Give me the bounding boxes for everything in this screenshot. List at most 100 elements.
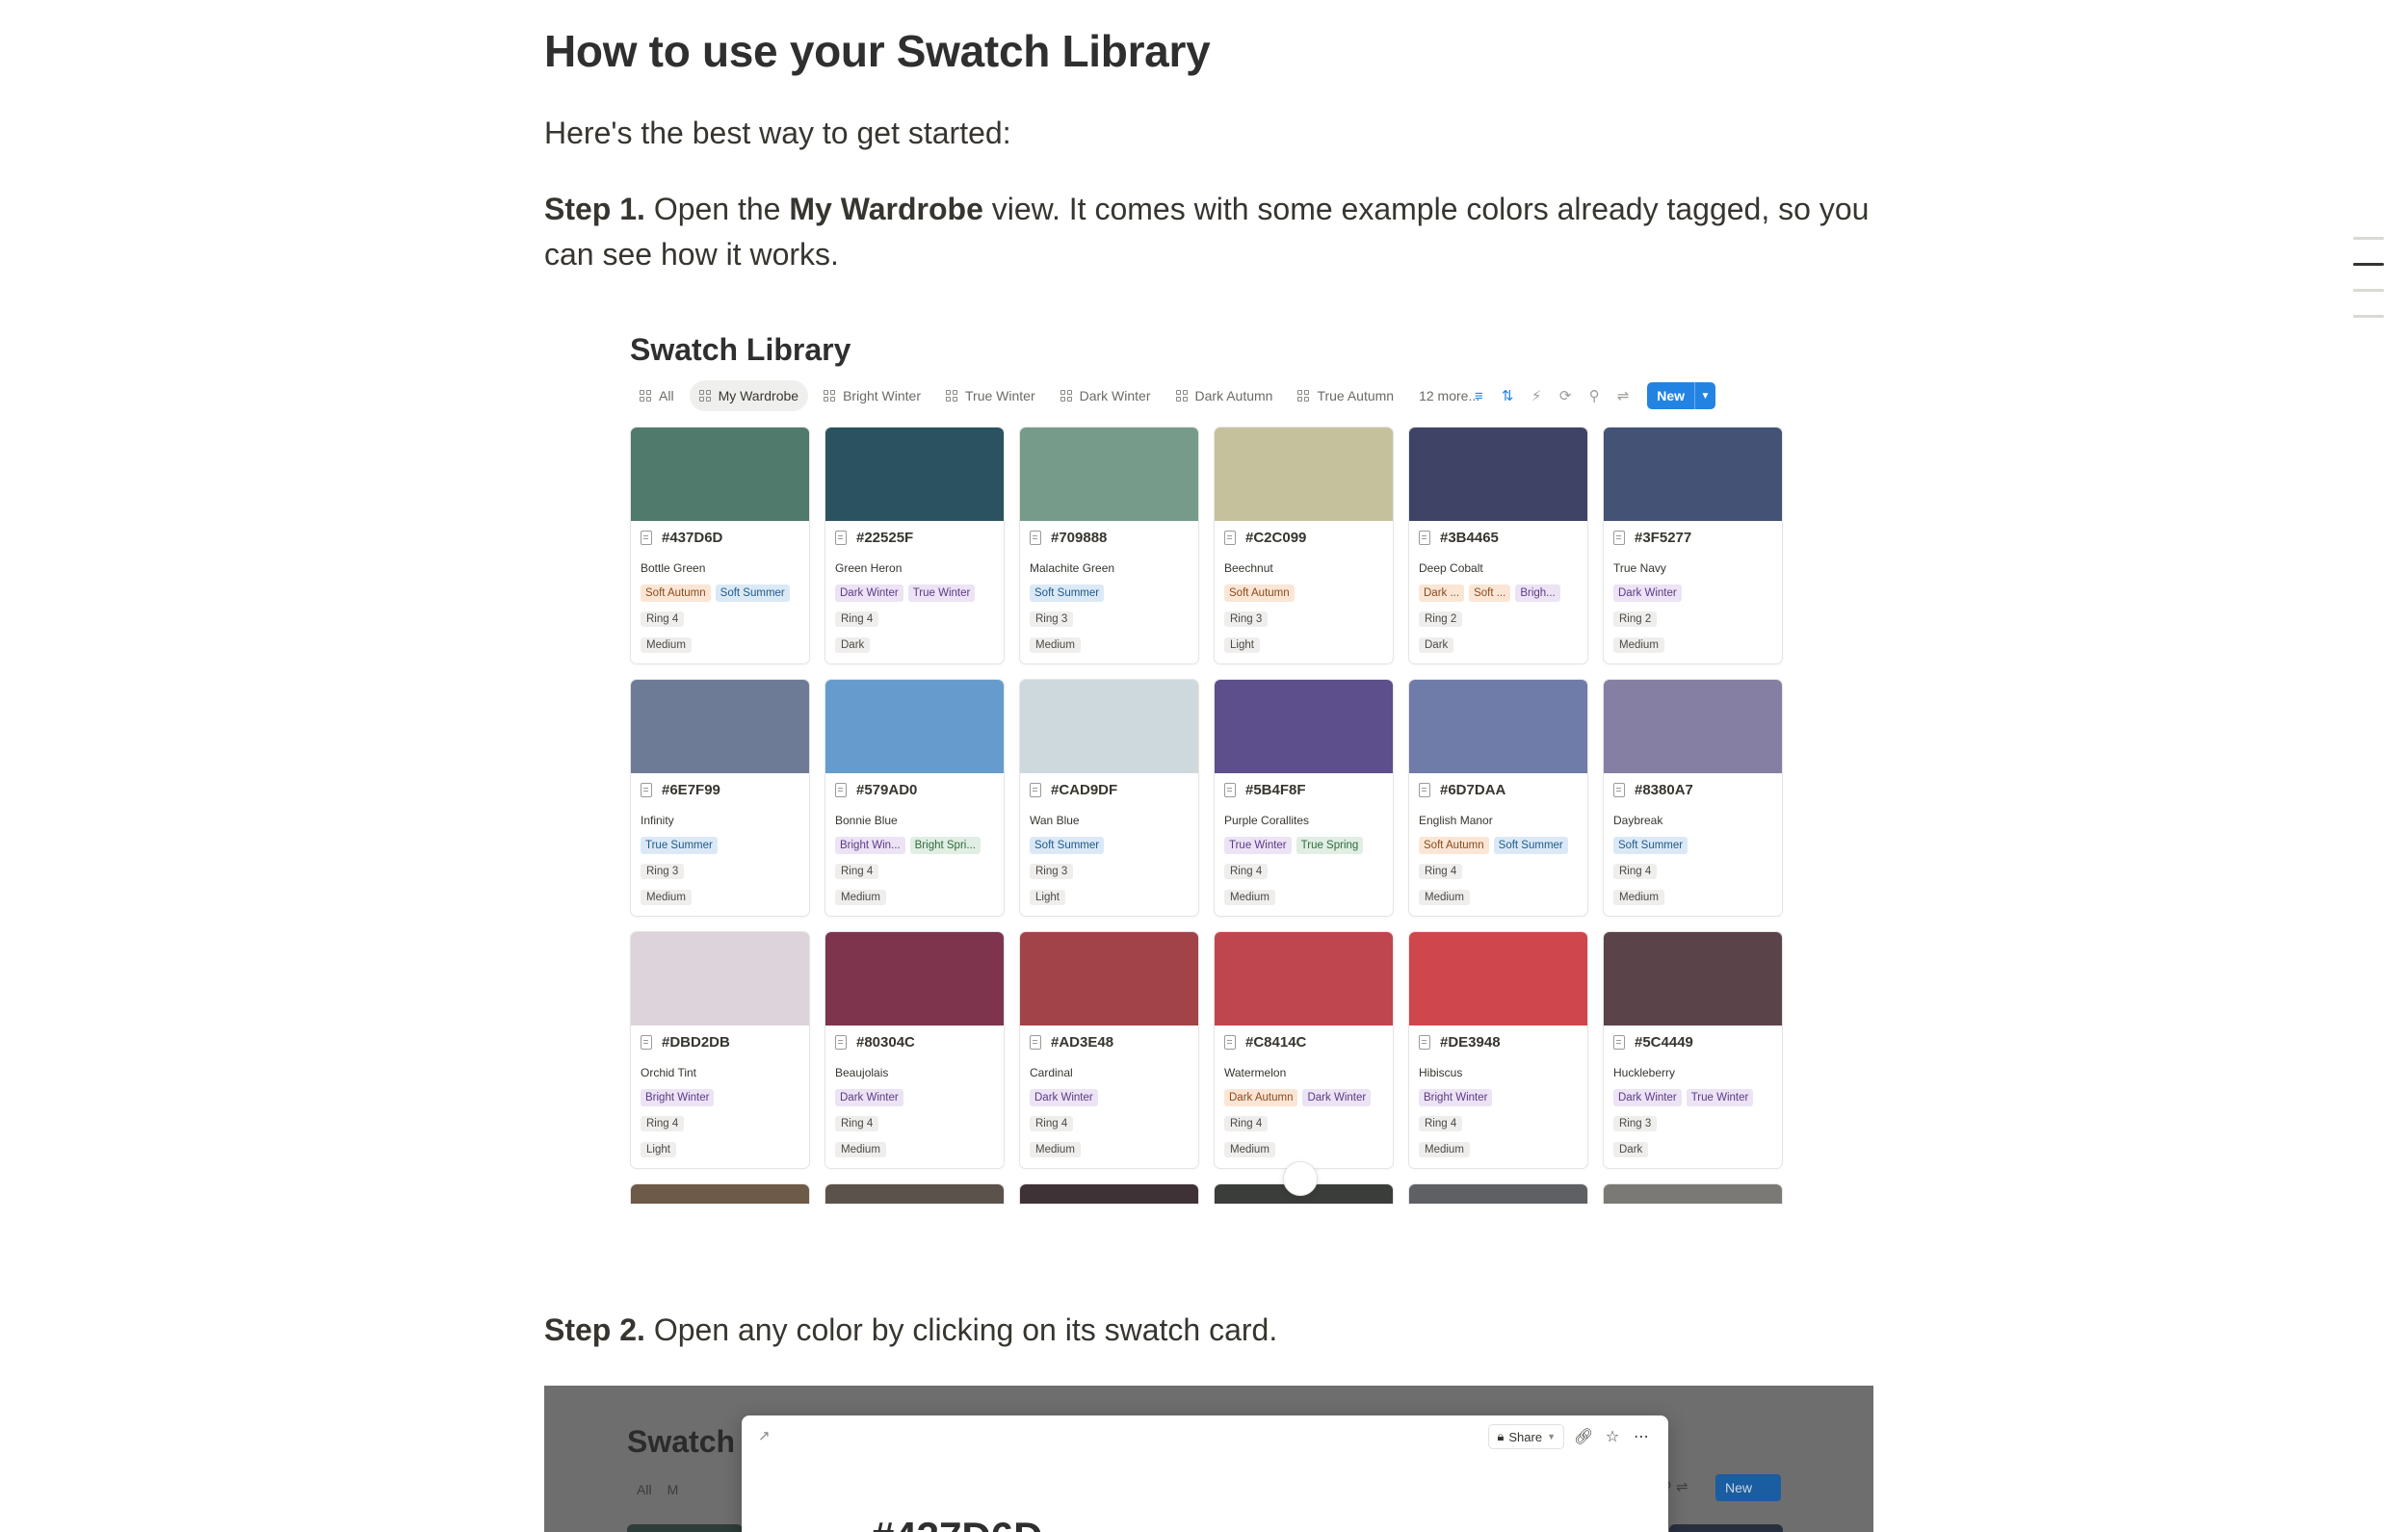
swatch-card[interactable]: #22525F Green Heron Dark Winter True Winter… [824,427,1005,664]
tab-true-autumn[interactable]: True Autumn [1288,380,1403,411]
swatch-card-partial[interactable] [1603,1183,1783,1204]
swatch-card[interactable]: #C2C099 Beechnut Soft Autumn Ring 3 Light [1214,427,1394,664]
swatch-card-partial[interactable] [824,1183,1005,1204]
swatch-card[interactable]: #3F5277 True Navy Dark Winter Ring 2 Medium [1603,427,1783,664]
value-tag: Dark [1419,637,1453,653]
swatch-hex-title: #579AD0 [835,782,917,798]
season-tag: Bright Winter [1419,1089,1492,1106]
swatch-name: Malachite Green [1030,561,1114,575]
swatch-card[interactable]: #80304C Beaujolais Dark Winter Ring 4 Medium [824,931,1005,1169]
swatch-hex-title: #DE3948 [1419,1034,1501,1051]
swatch-card-partial[interactable] [1408,1183,1588,1204]
season-tag: Bright Winter [641,1089,714,1106]
swatch-hex-text: #CAD9DF [1051,782,1117,798]
share-button[interactable]: 🔒︎ Share ▼ [1488,1424,1564,1449]
swatch-hex-text: #C8414C [1245,1034,1306,1051]
swatch-card[interactable]: #AD3E48 Cardinal Dark Winter Ring 4 Medium [1019,931,1199,1169]
season-tag: Dark Winter [835,1089,903,1106]
swatch-color-preview [1409,1184,1587,1204]
outline-marker[interactable] [2353,289,2384,292]
filter-icon[interactable]: ≡ [1468,385,1489,406]
automation-icon[interactable]: ⟳ [1555,385,1576,406]
swatch-name: Bonnie Blue [835,814,898,827]
season-tag: Dark Autumn [1224,1089,1297,1106]
value-tag: Medium [1613,637,1664,653]
value-tag: Medium [1419,1142,1470,1157]
expand-icon[interactable]: ↗ [758,1427,771,1444]
swatch-card[interactable]: #579AD0 Bonnie Blue Bright Win... Bright Sp… [824,679,1005,917]
swatch-hex-title: #3F5277 [1613,530,1691,546]
new-button[interactable]: New ▼ [1647,382,1715,409]
ring-tag: Ring 4 [1030,1116,1073,1131]
swatch-card[interactable]: #8380A7 Daybreak Soft Summer Ring 4 Medium [1603,679,1783,917]
swatch-name: True Navy [1613,561,1666,575]
share-label: Share [1508,1430,1542,1444]
tab-dark-winter[interactable]: Dark Winter [1051,380,1161,411]
ring-tag: Ring 4 [1224,864,1268,879]
page-icon [1419,1035,1430,1050]
swatch-hex-text: #DBD2DB [662,1034,730,1051]
swatch-hex-text: #8380A7 [1635,782,1693,798]
chevron-down-icon[interactable]: ▼ [1694,382,1715,409]
ring-tag: Ring 4 [641,611,684,627]
swatch-color-preview [1215,932,1393,1026]
swatch-hex-text: #3B4465 [1440,530,1499,546]
outline-marker-active[interactable] [2353,263,2384,266]
swatch-card[interactable]: #3B4465 Deep Cobalt Dark ... Soft ... Brigh.… [1408,427,1588,664]
modal-page-title[interactable]: #437D6D [872,1514,1042,1532]
sort-icon[interactable]: ⇅ [1497,385,1518,406]
outline-marker[interactable] [2353,315,2384,318]
swatch-hex-text: #5B4F8F [1245,782,1306,798]
swatch-name: Infinity [641,814,674,827]
swatch-card[interactable]: #5C4449 Huckleberry Dark Winter True Winter… [1603,931,1783,1169]
lightning-icon[interactable]: ⚡︎ [1526,385,1547,406]
swatch-card[interactable]: #437D6D Bottle Green Soft Autumn Soft Summe… [630,427,810,664]
tab-bright-winter[interactable]: Bright Winter [814,380,930,411]
swatch-name: Daybreak [1613,814,1662,827]
swatch-hex-text: #6E7F99 [662,782,720,798]
ai-assistant-button[interactable]: 𝔝 [1283,1161,1318,1196]
page-icon [641,531,652,545]
background-card-strip [1669,1524,1783,1532]
season-tag: Brigh... [1515,584,1559,602]
season-tags: Dark Winter [835,1089,999,1106]
season-tag: Soft Summer [1494,837,1568,854]
tab-my-wardrobe[interactable]: My Wardrobe [690,380,809,411]
step2-label: Step 2. [544,1312,645,1347]
swatch-name: Green Heron [835,561,902,575]
page-icon [1224,783,1236,797]
swatch-card[interactable]: #DBD2DB Orchid Tint Bright Winter Ring 4 Lig… [630,931,810,1169]
swatch-card[interactable]: #DE3948 Hibiscus Bright Winter Ring 4 Medium [1408,931,1588,1169]
swatch-color-preview [1020,932,1198,1026]
season-tag: Soft Summer [1030,837,1104,854]
swatch-card[interactable]: #CAD9DF Wan Blue Soft Summer Ring 3 Light [1019,679,1199,917]
outline-marker[interactable] [2353,237,2384,240]
link-icon[interactable]: 🔗︎ [1574,1427,1593,1446]
tab-true-winter[interactable]: True Winter [936,380,1045,411]
page-icon [1419,531,1430,545]
star-icon[interactable]: ☆ [1603,1427,1622,1446]
tab-all[interactable]: All [630,380,684,411]
season-tag: True Spring [1296,837,1364,854]
settings-icon[interactable]: ⇌ [1612,385,1634,406]
swatch-card[interactable]: #5B4F8F Purple Corallites True Winter True … [1214,679,1394,917]
tab-dark-autumn[interactable]: Dark Autumn [1166,380,1283,411]
swatch-color-preview [1020,428,1198,521]
swatch-card-partial[interactable] [630,1183,810,1204]
more-icon[interactable]: ⋯ [1632,1427,1651,1446]
season-tags: Dark Winter [1030,1089,1193,1106]
swatch-card[interactable]: #709888 Malachite Green Soft Summer Ring 3 M… [1019,427,1199,664]
my-wardrobe-link-text: My Wardrobe [789,192,983,226]
swatch-card[interactable]: #C8414C Watermelon Dark Autumn Dark Winter R… [1214,931,1394,1169]
search-icon[interactable]: ⚲ [1584,385,1605,406]
season-tag: Soft Summer [1030,584,1104,602]
value-tag: Light [641,1142,676,1157]
swatch-card[interactable]: #6E7F99 Infinity True Summer Ring 3 Medium [630,679,810,917]
intro-paragraph: Here's the best way to get started: [544,111,1011,156]
outline-markers[interactable] [2353,237,2384,341]
step1-label: Step 1. [544,192,645,226]
swatch-peek-modal: ↗ 🔒︎ Share ▼ 🔗︎ ☆ ⋯ #437D6D [742,1415,1668,1532]
swatch-card-partial[interactable] [1019,1183,1199,1204]
ring-tag: Ring 2 [1613,611,1657,627]
swatch-card[interactable]: #6D7DAA English Manor Soft Autumn Soft Summ… [1408,679,1588,917]
